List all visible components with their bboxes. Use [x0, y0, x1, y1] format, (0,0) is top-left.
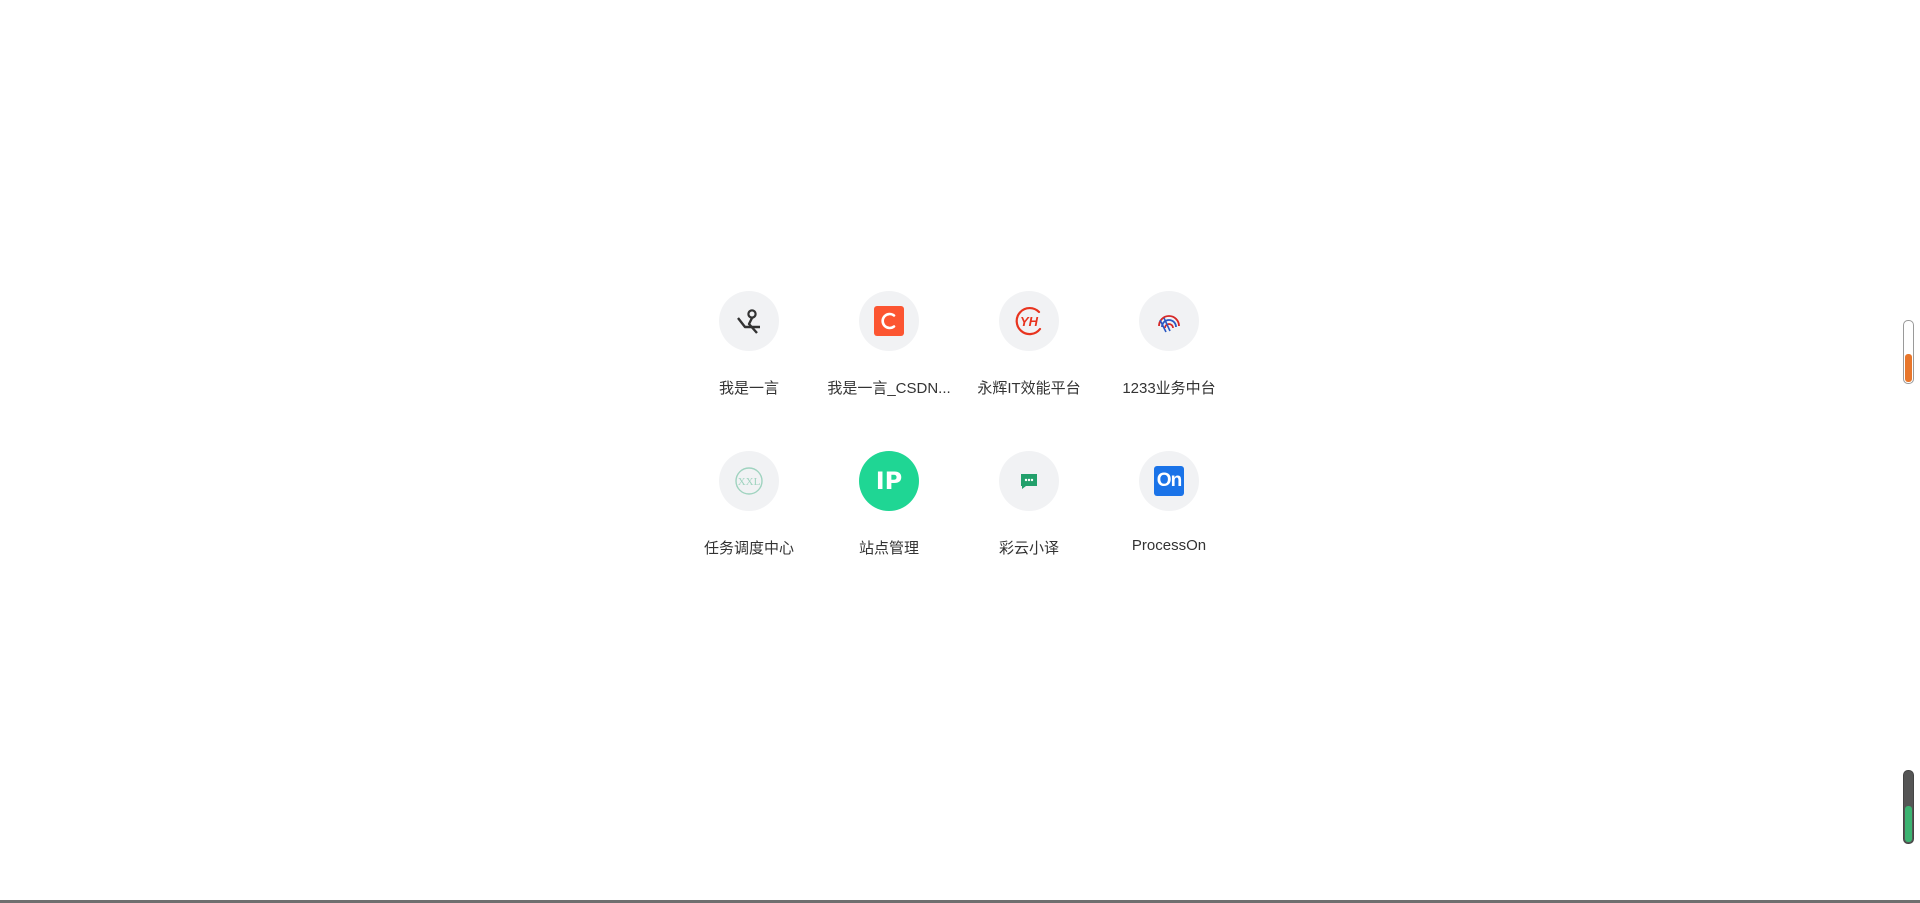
- shortcut-site-management[interactable]: IP 站点管理: [819, 451, 959, 611]
- shortcut-label: ProcessOn: [1131, 537, 1207, 554]
- shortcut-label: 彩云小译: [998, 540, 1059, 557]
- shortcut-caiyun-translate[interactable]: 彩云小译: [959, 451, 1099, 611]
- yh-logo-icon: YH: [999, 291, 1059, 351]
- shortcut-label: 站点管理: [858, 540, 919, 557]
- shortcut-1233-business[interactable]: 1233业务中台: [1099, 291, 1239, 451]
- processon-logo-icon: On: [1139, 451, 1199, 511]
- side-meter-fill: [1905, 354, 1912, 382]
- rainbow-arcs-icon: [1139, 291, 1199, 351]
- ip-badge-icon: IP: [859, 451, 919, 511]
- shortcut-label: 我是一言: [718, 380, 779, 397]
- shortcut-yiyan[interactable]: 我是一言: [679, 291, 819, 451]
- shortcut-label: 我是一言_CSDN...: [827, 380, 951, 397]
- shortcut-grid: 我是一言 我是一言_CSDN... YH 永辉IT效能平台 1233业务中台 X…: [679, 291, 1239, 611]
- shortcut-label: 1233业务中台: [1122, 380, 1216, 397]
- shortcut-task-scheduler[interactable]: XXL 任务调度中心: [679, 451, 819, 611]
- svg-text:YH: YH: [1020, 314, 1039, 329]
- chat-bubble-icon: [999, 451, 1059, 511]
- csdn-logo-icon: [859, 291, 919, 351]
- side-meter-widget[interactable]: [1903, 320, 1914, 384]
- shortcut-label: 永辉IT效能平台: [977, 380, 1081, 397]
- new-tab-page: 我是一言 我是一言_CSDN... YH 永辉IT效能平台 1233业务中台 X…: [0, 0, 1920, 903]
- shortcut-label: 任务调度中心: [703, 540, 794, 557]
- shortcut-yonghui-it[interactable]: YH 永辉IT效能平台: [959, 291, 1099, 451]
- battery-meter-widget[interactable]: [1903, 770, 1914, 844]
- shortcut-processon[interactable]: On ProcessOn: [1099, 451, 1239, 611]
- battery-meter-fill: [1905, 806, 1912, 842]
- writer-sketch-icon: [719, 291, 779, 351]
- processon-logo-text: On: [1154, 466, 1184, 496]
- svg-text:XXL: XXL: [738, 476, 761, 488]
- xxl-logo-icon: XXL: [719, 451, 779, 511]
- shortcut-csdn[interactable]: 我是一言_CSDN...: [819, 291, 959, 451]
